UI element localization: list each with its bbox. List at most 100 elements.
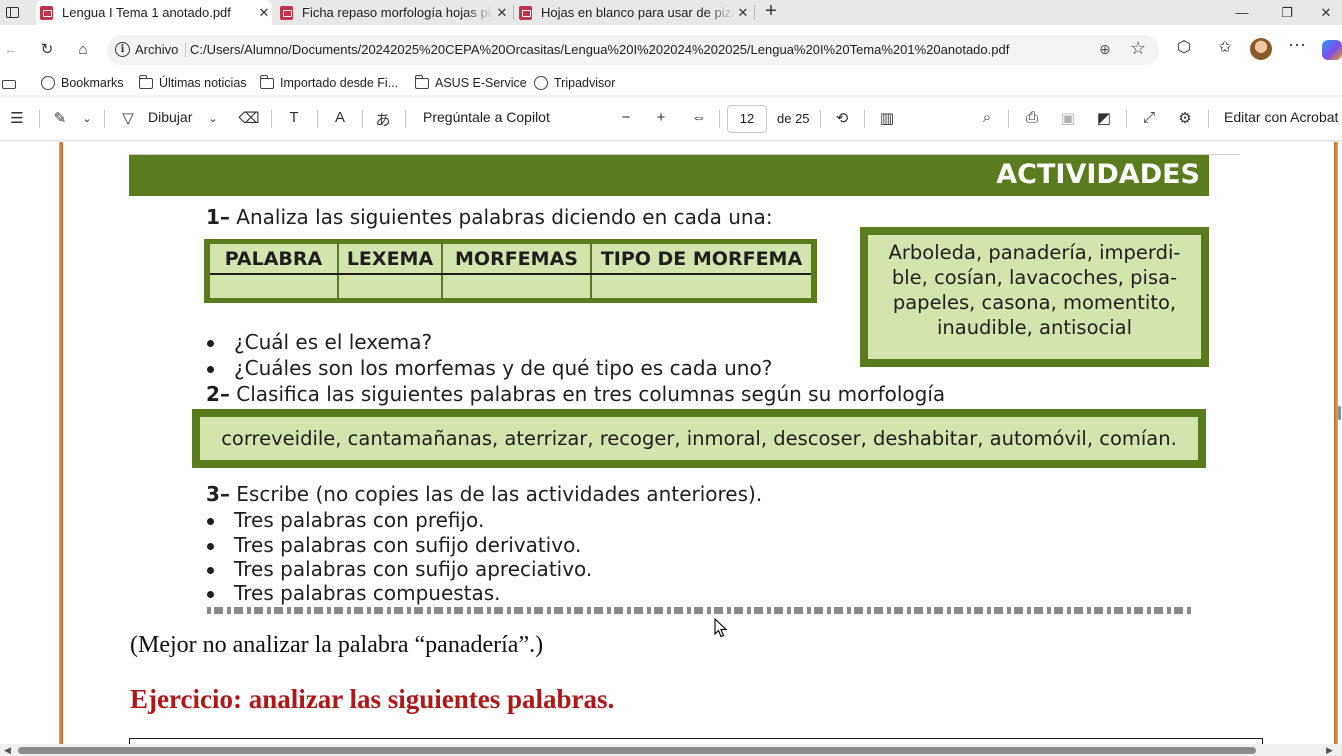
table-header: PALABRA [210,244,339,275]
tab-lengua-tema1[interactable]: Lengua I Tema 1 anotado.pdf ✕ [36,0,272,25]
favorite-bookmarks[interactable]: Bookmarks [41,76,124,90]
page-border-left [59,142,63,756]
read-aloud-icon[interactable]: A [329,109,351,126]
fit-width-icon[interactable]: ⇔ [688,109,710,126]
reload-button[interactable]: ↻ [36,38,58,60]
tab-actions-button[interactable] [0,0,24,25]
search-icon[interactable]: ⌕ [976,109,998,126]
highlight-dropdown-icon[interactable]: ⌄ [76,112,98,125]
back-button[interactable]: ← [0,38,22,60]
globe-icon [41,76,55,90]
edit-with-acrobat-button[interactable]: Editar con Acrobat [1224,109,1338,125]
draw-button[interactable]: Dibujar [148,109,192,125]
profile-avatar[interactable] [1250,38,1272,60]
favorite-asus[interactable]: ASUS E-Service [415,74,527,90]
toolbar-separator [405,110,406,128]
question-3: 3– Escribe (no copies las de las activid… [206,482,762,506]
save-as-icon[interactable]: ◩ [1093,109,1115,127]
text-box-icon[interactable]: T [283,109,305,126]
close-tab-icon[interactable]: ✕ [494,5,510,21]
toolbar-separator [719,110,720,128]
url-text[interactable]: C:/Users/Alumno/Documents/20242025%20CEP… [190,42,1009,57]
horizontal-scroll-thumb[interactable] [18,747,1256,754]
site-info-label[interactable]: Archivo [135,42,178,57]
bullet-item: Tres palabras con prefijo. [206,508,485,532]
favorite-star-icon[interactable]: ☆ [1130,38,1146,59]
more-options-icon[interactable]: ··· [1285,34,1309,55]
table-cell [442,274,592,298]
favorites-bar: Bookmarks Últimas noticias Importado des… [0,73,1342,95]
page-border-right [1334,142,1338,756]
favorite-label: Tripadvisor [554,76,616,90]
save-icon[interactable]: ▣ [1057,109,1079,127]
activities-banner: ACTIVIDADES [129,155,1209,196]
toolbar-separator [362,110,363,128]
word-list-line: Arboleda, panadería, imperdi- [888,241,1181,264]
page-number-input[interactable]: 12 [727,105,767,133]
copilot-button[interactable]: Pregúntale a Copilot [423,109,550,125]
toolbar-separator [864,110,865,128]
folder-icon [260,74,274,89]
favorites-icon[interactable]: ✩ [1213,37,1237,57]
close-tab-icon[interactable]: ✕ [256,5,272,21]
extensions-icon[interactable]: ⬡ [1172,37,1196,57]
favorite-label: Bookmarks [61,76,124,90]
draw-dropdown-icon[interactable]: ⌄ [202,112,224,125]
fullscreen-icon[interactable]: ⤢ [1138,109,1160,126]
horizontal-scrollbar[interactable]: ◀ ▶ [0,744,1342,756]
favorite-label: ASUS E-Service [435,76,527,90]
tab-ficha-repaso[interactable]: Ficha repaso morfología hojas pizarra ✕ [276,0,510,25]
word-list-text: correveidile, cantamañanas, aterrizar, r… [200,417,1198,460]
exercise-heading: Ejercicio: analizar las siguientes palab… [130,684,615,714]
question-2: 2– Clasifica las siguientes palabras en … [206,382,945,406]
eraser-icon[interactable]: ⌫ [238,109,260,127]
draw-icon[interactable]: ▽ [117,109,139,127]
copilot-icon[interactable] [1322,40,1342,60]
minimize-button[interactable]: — [1219,0,1265,25]
bullet-item: Tres palabras con sufijo apreciativo. [206,557,593,581]
page-view-icon[interactable]: ▥ [876,109,898,127]
table-header: MORFEMAS [442,244,592,275]
toolbar-separator [317,110,318,128]
rotate-icon[interactable]: ⟲ [831,109,853,127]
zoom-icon[interactable]: ⊕ [1099,41,1111,58]
address-bar[interactable]: i Archivo C:/Users/Alumno/Documents/2024… [107,35,1159,65]
address-separator [185,43,186,57]
highlight-icon[interactable]: ✎ [49,109,71,127]
table-cell [338,274,443,298]
zoom-out-icon[interactable]: − [615,109,637,126]
favorite-label: Últimas noticias [159,76,247,90]
question-text: Escribe (no copies las de las actividade… [236,482,763,506]
pdf-file-icon [280,5,293,20]
new-tab-button[interactable]: + [760,0,782,25]
translate-icon[interactable]: あ [372,109,394,130]
mouse-pointer-icon [714,618,728,638]
zoom-in-icon[interactable]: + [650,109,672,126]
site-info-icon[interactable]: i [115,42,130,57]
question-number: 3– [206,482,230,506]
tab-hojas-blanco[interactable]: Hojas en blanco para usar de pizarra ✕ [515,0,751,25]
tablet-icon[interactable] [2,80,16,89]
analysis-table: PALABRA LEXEMA MORFEMAS TIPO DE MORFEMA [204,239,817,303]
close-tab-icon[interactable]: ✕ [735,5,751,21]
close-window-button[interactable]: ✕ [1310,0,1342,25]
home-button[interactable]: ⌂ [72,38,94,60]
scroll-left-icon[interactable]: ◀ [4,745,11,756]
question-number: 1– [206,205,230,229]
pdf-toolbar: ☰ ✎ ⌄ ▽ Dibujar ⌄ ⌫ T A あ Pregúntale a C… [0,98,1342,141]
word-list-line: papeles, casona, momentito, [892,291,1177,314]
table-cell [210,274,339,298]
favorite-ultimas-noticias[interactable]: Últimas noticias [139,74,247,90]
print-icon[interactable]: ⎙ [1021,109,1043,126]
word-list-line: ble, cosían, lavacoches, pisa- [891,266,1178,289]
scroll-right-icon[interactable]: ▶ [1326,745,1333,756]
vertical-scroll-thumb[interactable] [1338,406,1341,420]
pdf-document-view[interactable]: ACTIVIDADES 1– Analiza las siguientes pa… [0,142,1342,756]
favorite-tripadvisor[interactable]: Tripadvisor [534,76,615,90]
restore-button[interactable]: ❐ [1264,0,1310,25]
tab-separator [513,5,514,20]
table-header: LEXEMA [338,244,443,275]
settings-gear-icon[interactable]: ⚙ [1174,109,1196,127]
contents-list-icon[interactable]: ☰ [6,109,28,127]
favorite-importado[interactable]: Importado desde Fi... [260,74,398,90]
